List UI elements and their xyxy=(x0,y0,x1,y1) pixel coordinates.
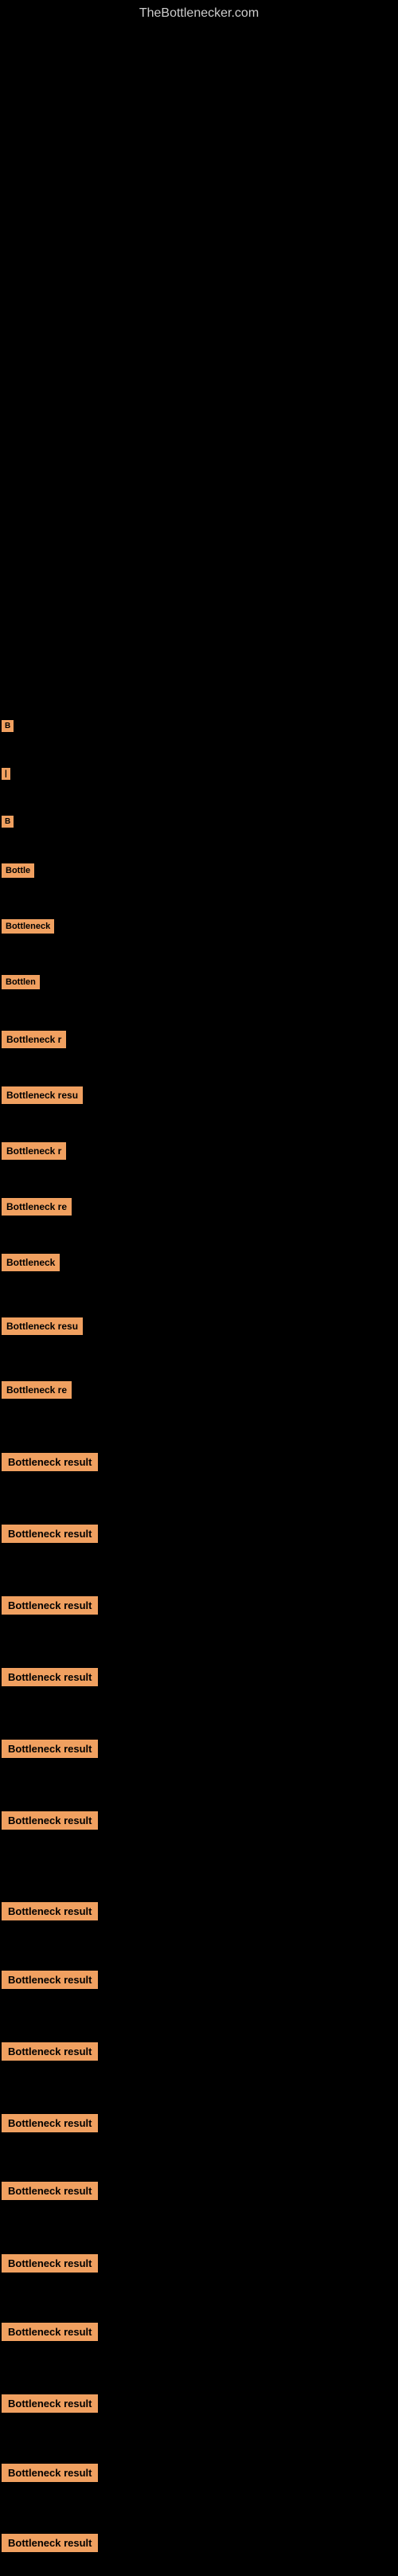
bottleneck-result-label-8: Bottleneck resu xyxy=(2,1086,83,1104)
bottleneck-result-label-27: Bottleneck result xyxy=(2,2394,98,2413)
bottleneck-result-label-4: Bottle xyxy=(2,863,34,878)
bottleneck-result-label-10: Bottleneck re xyxy=(2,1198,72,1216)
bottleneck-result-label-14: Bottleneck result xyxy=(2,1453,98,1471)
bottleneck-result-label-17: Bottleneck result xyxy=(2,1668,98,1686)
bottleneck-result-label-28: Bottleneck result xyxy=(2,2464,98,2482)
bottleneck-result-label-23: Bottleneck result xyxy=(2,2114,98,2132)
bottleneck-result-label-24: Bottleneck result xyxy=(2,2182,98,2200)
bottleneck-result-label-3: B xyxy=(2,816,14,828)
bottleneck-result-label-7: Bottleneck r xyxy=(2,1031,66,1048)
bottleneck-result-label-22: Bottleneck result xyxy=(2,2042,98,2061)
bottleneck-result-label-21: Bottleneck result xyxy=(2,1971,98,1989)
bottleneck-result-label-26: Bottleneck result xyxy=(2,2323,98,2341)
bottleneck-result-label-19: Bottleneck result xyxy=(2,1811,98,1830)
bottleneck-result-label-25: Bottleneck result xyxy=(2,2254,98,2273)
bottleneck-result-label-6: Bottlen xyxy=(2,975,40,989)
bottleneck-result-label-15: Bottleneck result xyxy=(2,1525,98,1543)
bottleneck-result-label-16: Bottleneck result xyxy=(2,1596,98,1615)
bottleneck-result-label-1: B xyxy=(2,720,14,732)
bottleneck-result-label-13: Bottleneck re xyxy=(2,1381,72,1399)
bottleneck-result-label-5: Bottleneck xyxy=(2,919,54,934)
bottleneck-result-label-2: | xyxy=(2,768,10,780)
bottleneck-result-label-9: Bottleneck r xyxy=(2,1142,66,1160)
site-title: TheBottlenecker.com xyxy=(0,0,398,27)
bottleneck-result-label-20: Bottleneck result xyxy=(2,1902,98,1920)
bottleneck-result-label-18: Bottleneck result xyxy=(2,1740,98,1758)
bottleneck-result-label-11: Bottleneck xyxy=(2,1254,60,1271)
bottleneck-result-label-29: Bottleneck result xyxy=(2,2534,98,2552)
bottleneck-result-label-12: Bottleneck resu xyxy=(2,1317,83,1335)
